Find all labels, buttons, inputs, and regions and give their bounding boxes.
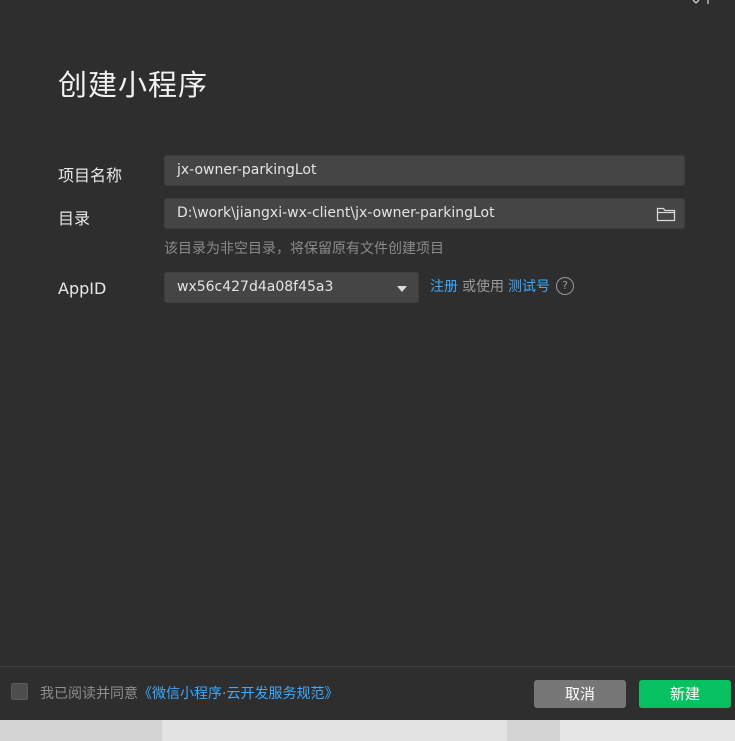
footer-divider [0,666,735,667]
folder-icon[interactable] [656,206,676,222]
create-button[interactable]: 新建 [639,680,731,708]
agreement-text: 我已阅读并同意《微信小程序·云开发服务规范》 [40,683,338,703]
cancel-button[interactable]: 取消 [534,680,626,708]
close-icon[interactable] [690,0,720,4]
agreement-checkbox[interactable] [11,683,28,700]
agreement-link[interactable]: 《微信小程序·云开发服务规范》 [138,686,338,702]
appid-links: 注册 或使用 测试号 ? [430,276,574,296]
project-name-label: 项目名称 [58,166,123,185]
register-link[interactable]: 注册 [430,276,458,296]
directory-input[interactable]: D:\work\jiangxi-wx-client\jx-owner-parki… [164,198,685,229]
directory-label: 目录 [58,209,91,228]
background-window-strip [0,720,735,741]
help-icon[interactable]: ? [556,277,574,295]
background-panel-right [560,720,735,741]
test-account-link[interactable]: 测试号 [508,276,550,296]
project-name-input[interactable]: jx-owner-parkingLot [164,155,685,186]
appid-label: AppID [58,279,107,298]
appid-select[interactable]: wx56c427d4a08f45a3 [164,272,419,303]
directory-hint: 该目录为非空目录，将保留原有文件创建项目 [164,241,444,257]
create-miniprogram-dialog: 创建小程序 项目名称 jx-owner-parkingLot 目录 D:\wor… [0,0,735,720]
directory-value: D:\work\jiangxi-wx-client\jx-owner-parki… [177,205,495,221]
agree-label: 我已阅读并同意 [40,686,138,702]
background-panel [162,720,507,741]
dialog-title: 创建小程序 [58,68,209,102]
appid-value: wx56c427d4a08f45a3 [177,279,334,295]
or-use-text: 或使用 [462,279,504,295]
chevron-down-icon [397,286,407,292]
